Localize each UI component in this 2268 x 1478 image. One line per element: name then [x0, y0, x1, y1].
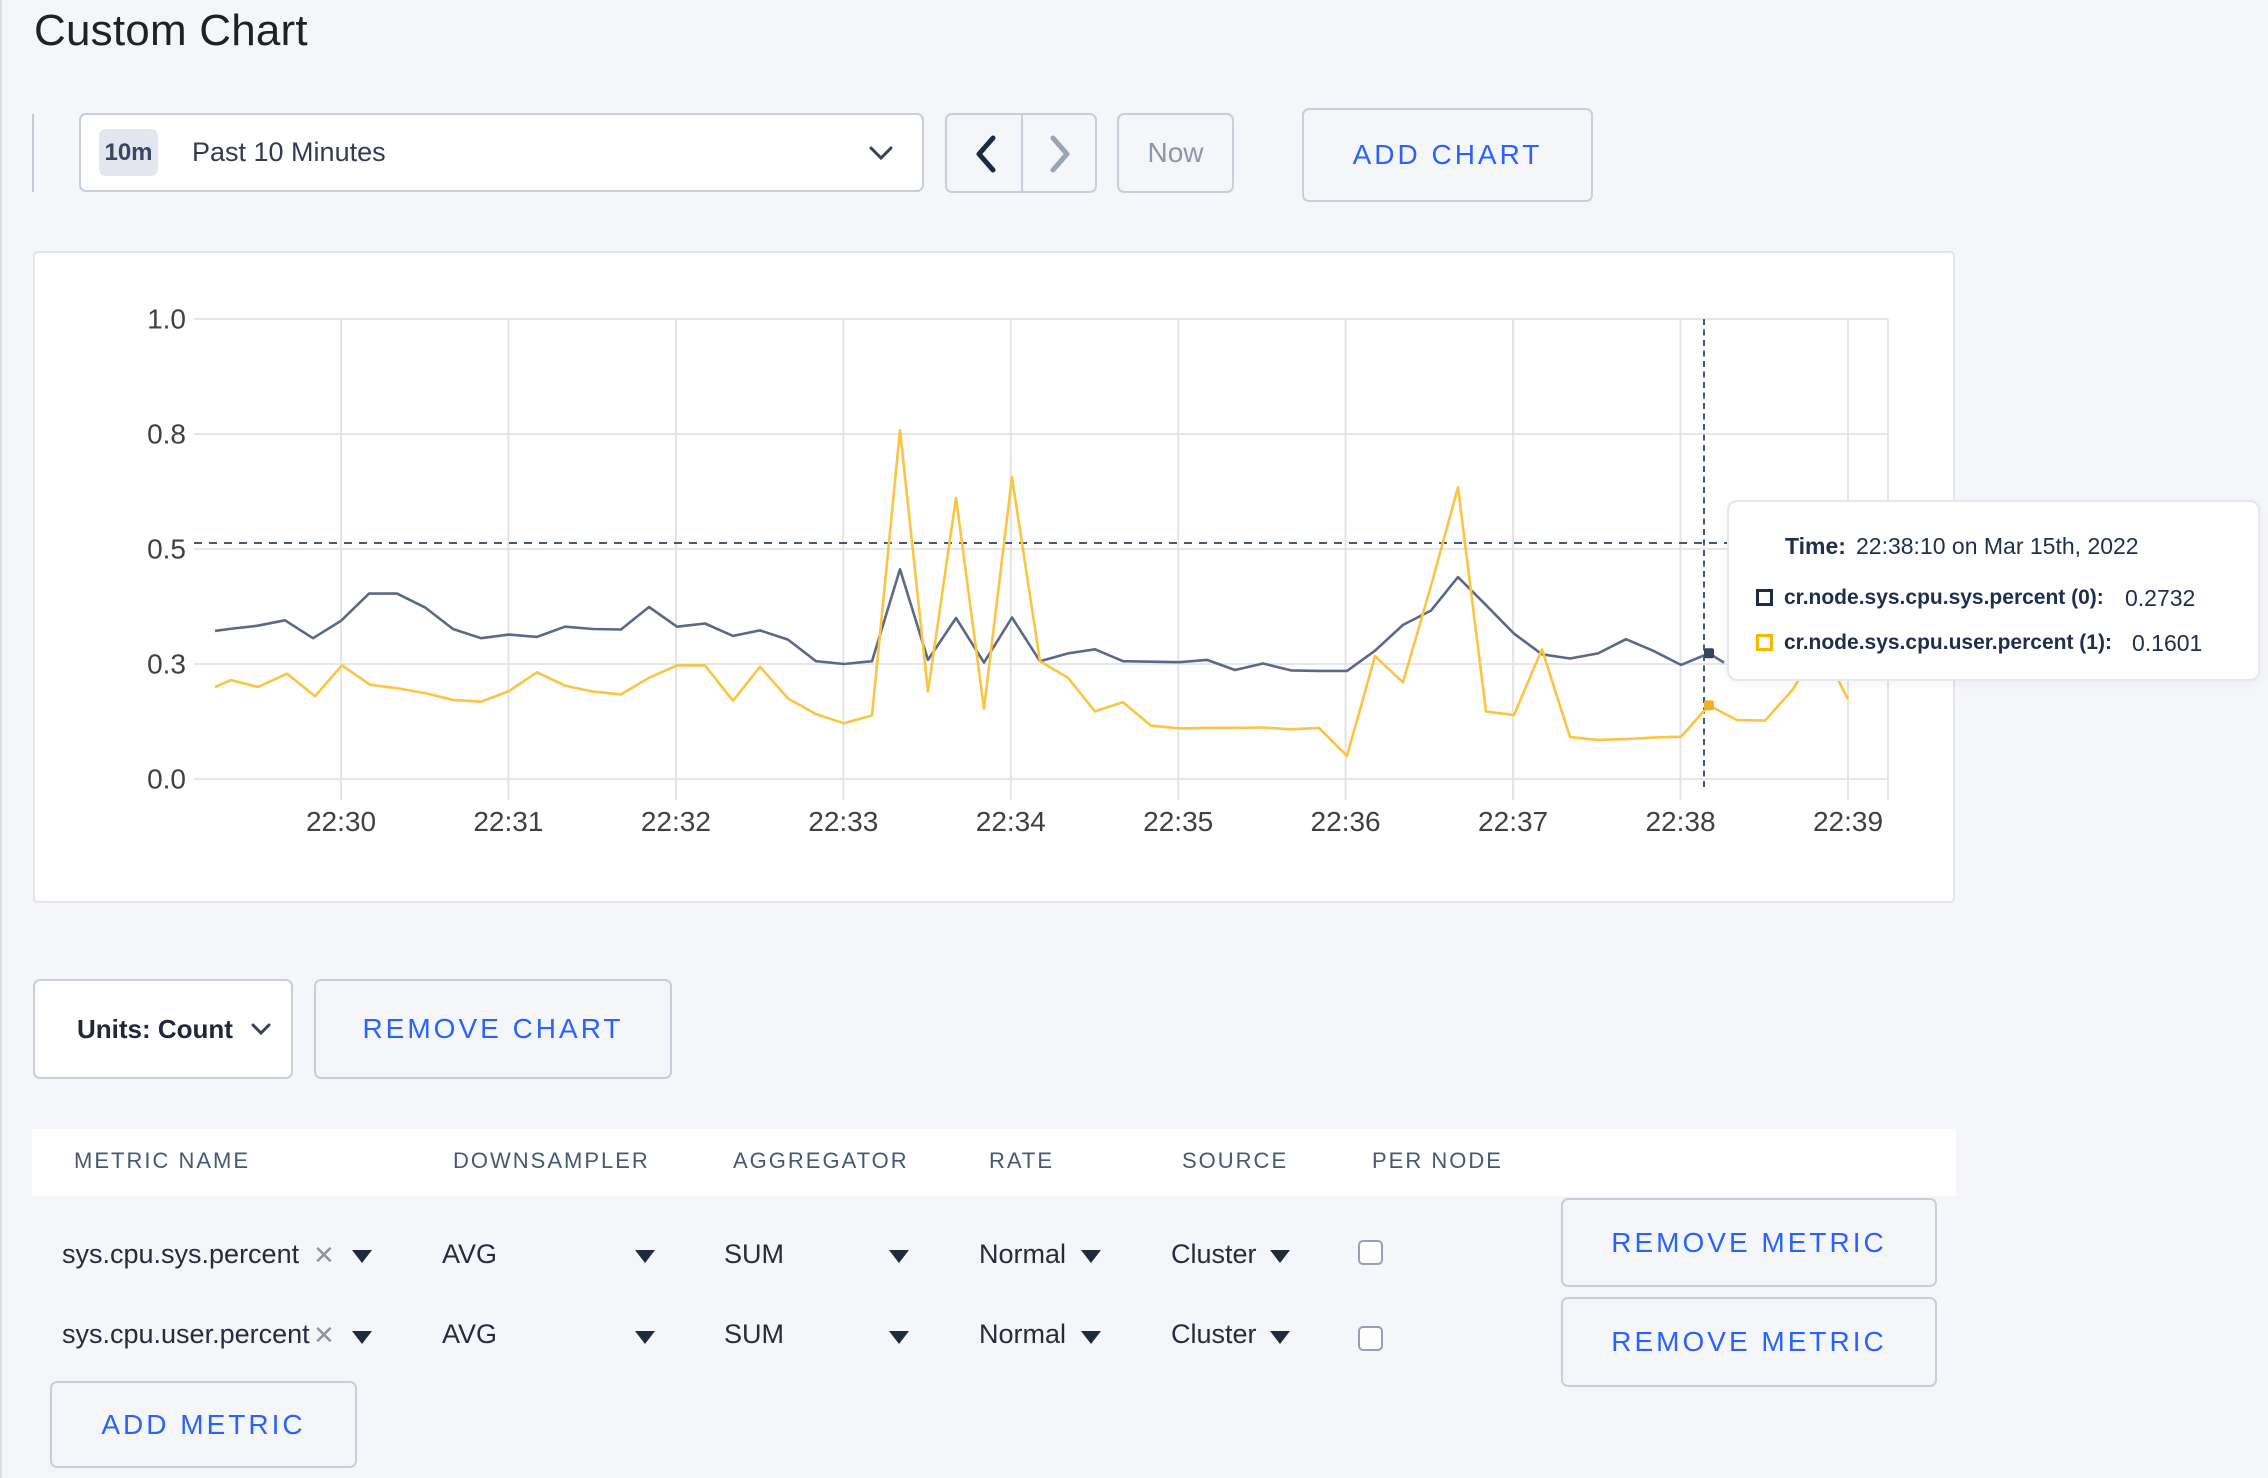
svg-text:0.8: 0.8 [147, 419, 186, 450]
svg-text:22:35: 22:35 [1143, 806, 1213, 837]
svg-text:0.3: 0.3 [147, 649, 186, 680]
svg-text:22:30: 22:30 [306, 806, 376, 837]
svg-text:0.0: 0.0 [147, 764, 186, 795]
svg-text:22:32: 22:32 [641, 806, 711, 837]
svg-text:22:37: 22:37 [1478, 806, 1548, 837]
svg-text:22:31: 22:31 [473, 806, 543, 837]
svg-text:1.0: 1.0 [147, 304, 186, 335]
svg-text:22:36: 22:36 [1311, 806, 1381, 837]
svg-text:22:34: 22:34 [976, 806, 1046, 837]
svg-text:22:33: 22:33 [808, 806, 878, 837]
svg-text:22:38: 22:38 [1645, 806, 1715, 837]
svg-text:22:39: 22:39 [1813, 806, 1883, 837]
svg-text:0.5: 0.5 [147, 534, 186, 565]
